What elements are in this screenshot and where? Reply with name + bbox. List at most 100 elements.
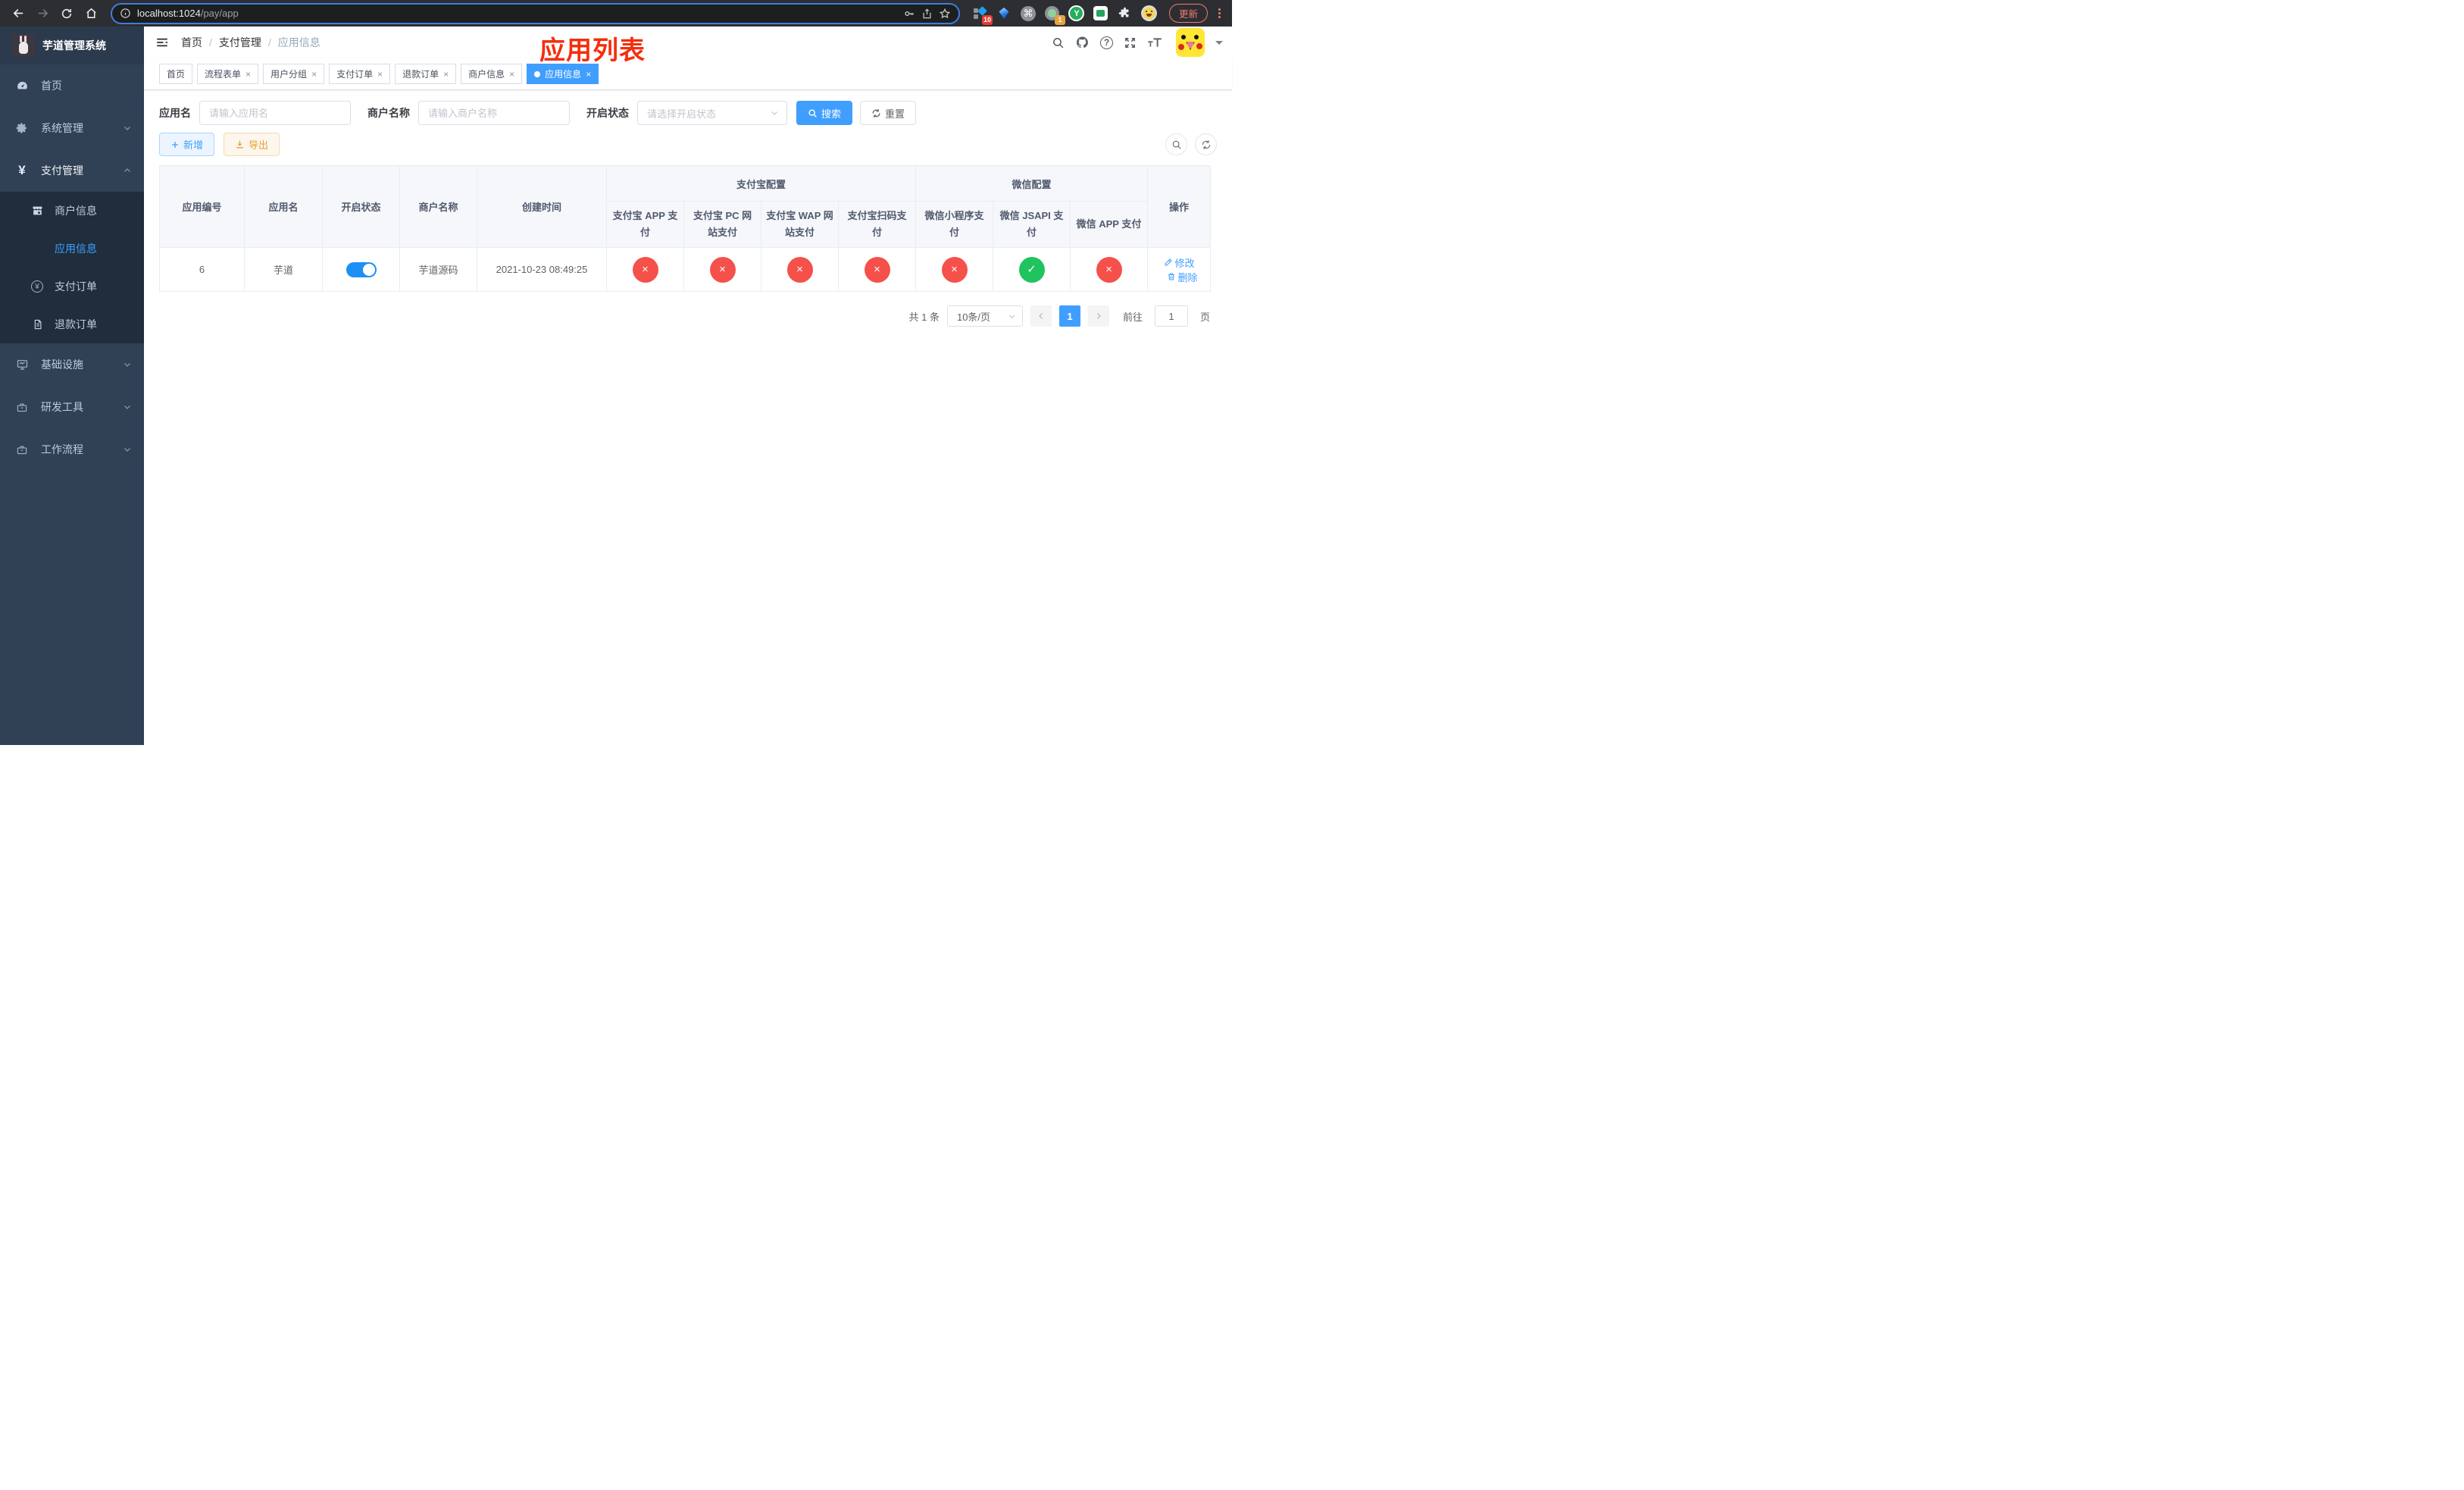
breadcrumb-current: 应用信息: [277, 36, 321, 49]
col-app-name: 应用名: [244, 165, 323, 248]
navbar: 首页 / 支付管理 / 应用信息 ?: [144, 27, 1232, 58]
user-avatar[interactable]: [1176, 28, 1205, 57]
trash-icon: [1168, 273, 1174, 280]
yen-circle-icon: ¥: [30, 280, 44, 293]
sidebar-item-merchant-info[interactable]: 商户信息: [0, 192, 144, 230]
toggle-search-button[interactable]: [1165, 133, 1187, 155]
close-icon[interactable]: ×: [443, 69, 449, 80]
close-icon[interactable]: ×: [311, 69, 317, 80]
help-icon[interactable]: ?: [1100, 36, 1113, 49]
edit-icon: [1165, 258, 1172, 266]
status-fail-icon: ×: [632, 256, 658, 283]
breadcrumb-payment[interactable]: 支付管理: [219, 35, 261, 50]
refresh-button[interactable]: [1195, 133, 1217, 155]
sidebar-item-refund-order[interactable]: 退款订单: [0, 305, 144, 343]
search-button[interactable]: 搜索: [796, 101, 853, 125]
table-toolbar: 新增 导出: [159, 133, 1217, 156]
cell-app-name: 芋道: [244, 247, 323, 292]
status-label: 开启状态: [586, 107, 629, 119]
breadcrumb-home[interactable]: 首页: [181, 35, 202, 50]
sidebar-item-pay-order[interactable]: ¥ 支付订单: [0, 268, 144, 305]
sidebar-item-payment[interactable]: ¥ 支付管理: [0, 149, 144, 192]
status-fail-icon: ×: [709, 256, 736, 283]
tab-home[interactable]: 首页: [159, 64, 193, 84]
reload-icon[interactable]: [56, 3, 77, 24]
close-icon[interactable]: ×: [586, 69, 591, 80]
status-select[interactable]: 请选择开启状态: [637, 101, 787, 125]
ext-meet-icon[interactable]: 1: [1044, 5, 1065, 25]
search-icon[interactable]: [1052, 36, 1065, 49]
sidebar-item-system[interactable]: 系统管理: [0, 107, 144, 149]
col-app-id: 应用编号: [159, 165, 245, 248]
chrome-menu-icon[interactable]: [1214, 7, 1224, 20]
ext-command-icon[interactable]: ⌘: [1020, 5, 1037, 22]
info-icon[interactable]: [120, 8, 131, 19]
status-success-icon: ✓: [1018, 256, 1045, 283]
back-icon[interactable]: [8, 3, 29, 24]
app-name-input[interactable]: [199, 101, 351, 125]
col-alipay-wap: 支付宝 WAP 网站支付: [761, 201, 839, 248]
status-fail-icon: ×: [941, 256, 968, 283]
chevron-down-icon: [123, 360, 132, 369]
profile-avatar-icon[interactable]: [1141, 5, 1158, 22]
active-dot: [534, 70, 541, 77]
delete-link[interactable]: 删除: [1167, 270, 1198, 284]
cell-merchant: 芋道源码: [399, 247, 477, 292]
home-icon[interactable]: [80, 3, 102, 24]
ext-y-icon[interactable]: Y: [1068, 5, 1085, 22]
dashboard-icon: [15, 80, 29, 92]
ext-blocks-icon[interactable]: 10: [971, 5, 993, 25]
export-button[interactable]: 导出: [224, 133, 280, 156]
fullscreen-icon[interactable]: [1124, 36, 1137, 49]
forward-icon[interactable]: [32, 3, 53, 24]
merchant-name-input[interactable]: [418, 101, 570, 125]
chrome-update-button[interactable]: 更新: [1168, 4, 1208, 23]
share-icon[interactable]: [921, 8, 933, 20]
status-fail-icon: ×: [786, 256, 813, 283]
bookmark-star-icon[interactable]: [939, 8, 951, 20]
chevron-down-icon: [123, 445, 132, 454]
col-alipay-qr: 支付宝扫码支付: [837, 201, 917, 248]
sidebar-item-home[interactable]: 首页: [0, 64, 144, 107]
enable-switch[interactable]: [346, 261, 377, 277]
tab-pay-order[interactable]: 支付订单 ×: [329, 64, 391, 84]
sidebar-logo[interactable]: 芋道管理系统: [0, 27, 144, 64]
tab-merchant-info[interactable]: 商户信息 ×: [461, 64, 523, 84]
github-icon[interactable]: [1075, 36, 1090, 49]
sidebar-item-infra[interactable]: 基础设施: [0, 343, 144, 386]
chevron-down-icon: [771, 111, 777, 115]
next-page-button[interactable]: [1087, 305, 1109, 327]
tab-user-group[interactable]: 用户分组 ×: [263, 64, 325, 84]
ext-gem-icon[interactable]: [996, 5, 1012, 22]
avatar-caret-icon[interactable]: [1215, 40, 1223, 49]
extensions-puzzle-icon[interactable]: [1117, 5, 1134, 22]
reset-button[interactable]: 重置: [860, 101, 917, 125]
close-icon[interactable]: ×: [245, 69, 251, 80]
add-button[interactable]: 新增: [159, 133, 215, 156]
annotation-title: 应用列表: [539, 36, 646, 65]
ext-chat-icon[interactable]: [1093, 5, 1109, 22]
key-icon[interactable]: [903, 8, 915, 20]
yen-icon: ¥: [18, 163, 26, 177]
goto-page-input[interactable]: [1154, 305, 1188, 327]
address-bar[interactable]: localhost:1024/pay/app: [111, 2, 960, 24]
edit-link[interactable]: 修改: [1164, 255, 1195, 270]
tab-app-info[interactable]: 应用信息 ×: [527, 64, 599, 84]
prev-page-button[interactable]: [1030, 305, 1052, 327]
tab-refund-order[interactable]: 退款订单 ×: [395, 64, 457, 84]
close-icon[interactable]: ×: [509, 69, 514, 80]
font-size-icon[interactable]: [1147, 36, 1162, 49]
group-wechat: 微信配置: [915, 165, 1149, 202]
current-page[interactable]: 1: [1058, 305, 1080, 327]
search-form: 应用名 商户名称 开启状态 请选择开启状态 搜索 重置: [159, 101, 1217, 125]
tab-process-form[interactable]: 流程表单 ×: [197, 64, 259, 84]
sidebar-item-dev-tools[interactable]: 研发工具: [0, 386, 144, 428]
document-icon: [30, 318, 44, 330]
sidebar-item-app-info[interactable]: 应用信息: [0, 230, 144, 268]
page-size-select[interactable]: 10条/页: [946, 305, 1023, 327]
sidebar-fold-icon[interactable]: [155, 36, 169, 49]
app-root: 芋道管理系统 首页 系统管理 ¥ 支付管理 商户信息 应用信息 ¥ 支付订单 退…: [0, 27, 1232, 745]
col-operations: 操作: [1147, 165, 1212, 248]
sidebar-item-workflow[interactable]: 工作流程: [0, 428, 144, 471]
close-icon[interactable]: ×: [377, 69, 383, 80]
